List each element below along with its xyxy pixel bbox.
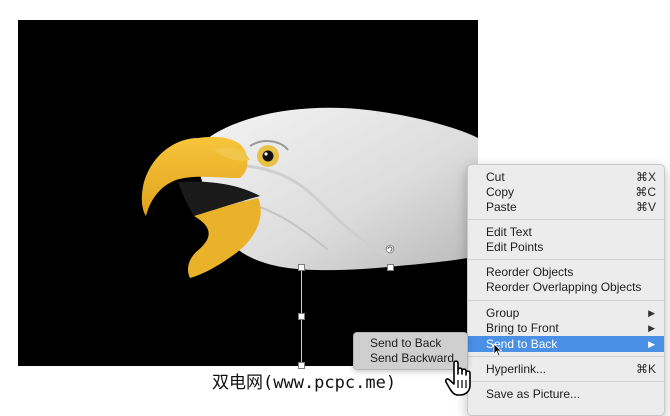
menu-item-edit-points[interactable]: Edit Points [468, 239, 664, 255]
eagle-picture[interactable] [18, 20, 478, 366]
menu-item-shortcut: ⌘X [635, 170, 656, 184]
menu-separator [468, 300, 664, 301]
watermark-text: 双电网(www.pcpc.me) [212, 373, 397, 393]
menu-item-label: Edit Text [486, 225, 532, 239]
menu-item-label: Save as Picture... [486, 387, 581, 401]
menu-item-label: Edit Points [486, 240, 544, 254]
menu-separator [468, 381, 664, 382]
resize-handle-right[interactable] [387, 264, 394, 271]
submenu-arrow-icon: ▶ [648, 339, 655, 349]
hand-cursor-icon [444, 360, 471, 396]
menu-separator [468, 219, 664, 220]
menu-item-reorder-overlapping-objects[interactable]: Reorder Overlapping Objects [468, 279, 664, 295]
menu-item-shortcut: ⌘C [635, 185, 656, 199]
menu-item-label: Reorder Overlapping Objects [486, 280, 642, 294]
menu-item-reorder-objects[interactable]: Reorder Objects [468, 264, 664, 280]
menu-item-label: Group [486, 306, 520, 320]
menu-item-group[interactable]: Group ▶ [468, 305, 664, 321]
menu-item-label: Paste [486, 200, 517, 214]
menu-item-label: Copy [486, 185, 515, 199]
menu-item-shortcut: ⌘K [635, 362, 656, 376]
resize-handle-top[interactable] [298, 264, 305, 271]
menu-item-label: Hyperlink... [486, 362, 547, 376]
slide-canvas[interactable] [18, 20, 478, 366]
context-menu: Cut ⌘X Copy ⌘C Paste ⌘V Edit Text Edit P… [467, 164, 665, 416]
submenu-item-send-to-back[interactable]: Send to Back [370, 336, 441, 351]
menu-item-edit-text[interactable]: Edit Text [468, 224, 664, 240]
menu-separator [468, 259, 664, 260]
menu-item-hyperlink[interactable]: Hyperlink... ⌘K [468, 361, 664, 377]
menu-item-label: Cut [486, 170, 505, 184]
menu-item-bring-to-front[interactable]: Bring to Front ▶ [468, 320, 664, 336]
mouse-pointer-icon [493, 343, 503, 357]
submenu-item-send-backward[interactable]: Send Backward [370, 351, 454, 366]
menu-item-copy[interactable]: Copy ⌘C [468, 184, 664, 200]
rotate-handle-icon[interactable] [385, 244, 395, 254]
menu-item-paste[interactable]: Paste ⌘V [468, 199, 664, 215]
resize-handle-middle[interactable] [298, 313, 305, 320]
menu-item-label: Bring to Front [486, 321, 559, 335]
menu-item-cut[interactable]: Cut ⌘X [468, 169, 664, 185]
menu-item-save-as-picture[interactable]: Save as Picture... [468, 386, 664, 402]
submenu-arrow-icon: ▶ [648, 308, 655, 318]
menu-item-shortcut: ⌘V [635, 200, 656, 214]
menu-item-label: Reorder Objects [486, 265, 574, 279]
submenu-arrow-icon: ▶ [648, 323, 655, 333]
